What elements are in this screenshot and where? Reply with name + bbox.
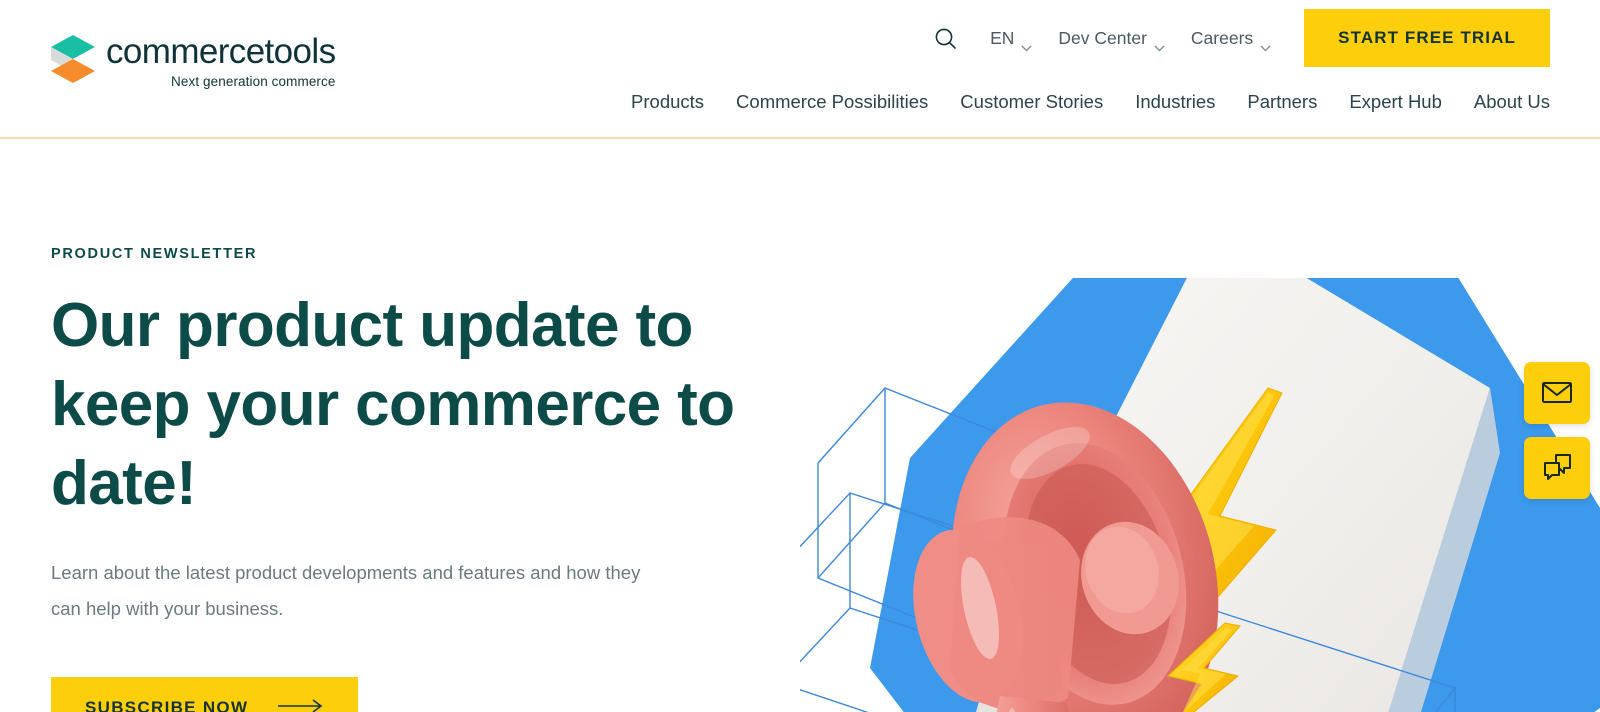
utility-item-language[interactable]: EN	[977, 22, 1045, 55]
utility-label-language: EN	[990, 27, 1015, 48]
nav-item-industries[interactable]: Industries	[1135, 88, 1215, 116]
logo-wordmark: commercetools	[106, 32, 336, 71]
commercetools-cube-logo-icon	[50, 34, 96, 84]
start-free-trial-button[interactable]: START FREE TRIAL	[1304, 9, 1550, 67]
nav-item-expert-hub[interactable]: Expert Hub	[1349, 88, 1442, 116]
nav-item-commerce-possibilities[interactable]: Commerce Possibilities	[736, 88, 928, 116]
utility-item-careers[interactable]: Careers	[1178, 22, 1284, 55]
utility-label-dev-center: Dev Center	[1058, 27, 1147, 48]
contact-mail-button[interactable]	[1524, 362, 1590, 424]
hero-eyebrow: PRODUCT NEWSLETTER	[51, 246, 258, 262]
site-logo[interactable]: commercetools Next generation commerce	[50, 32, 336, 90]
utility-nav: EN Dev Center Careers START FREE TRIAL	[925, 0, 1600, 76]
logo-tagline: Next generation commerce	[171, 74, 336, 89]
chevron-down-icon	[1154, 36, 1165, 52]
hero-illustration	[800, 278, 1600, 712]
search-icon[interactable]	[925, 18, 965, 58]
utility-item-dev-center[interactable]: Dev Center	[1045, 22, 1178, 55]
subscribe-button-label: SUBSCRIBE NOW	[85, 698, 249, 712]
arrow-right-icon	[278, 698, 324, 712]
hero-copy: PRODUCT NEWSLETTER Our product update to…	[51, 246, 771, 712]
subscribe-now-button[interactable]: SUBSCRIBE NOW	[51, 677, 359, 712]
chat-bubbles-icon	[1542, 453, 1572, 484]
chat-support-button[interactable]	[1524, 437, 1590, 499]
nav-item-about-us[interactable]: About Us	[1474, 88, 1550, 116]
floating-side-dock	[1524, 362, 1594, 499]
nav-item-partners[interactable]: Partners	[1247, 88, 1317, 116]
site-header: commercetools Next generation commerce E…	[0, 0, 1600, 139]
hero-section: PRODUCT NEWSLETTER Our product update to…	[0, 139, 1600, 712]
page-title: Our product update to keep your commerce…	[51, 291, 735, 518]
chevron-down-icon	[1260, 36, 1271, 52]
nav-item-customer-stories[interactable]: Customer Stories	[960, 88, 1103, 116]
page-root: commercetools Next generation commerce E…	[0, 0, 1600, 712]
hero-subtitle: Learn about the latest product developme…	[51, 562, 641, 619]
main-nav: Products Commerce Possibilities Customer…	[631, 88, 1550, 116]
nav-item-products[interactable]: Products	[631, 88, 704, 116]
utility-label-careers: Careers	[1190, 27, 1254, 48]
envelope-icon	[1541, 380, 1573, 407]
chevron-down-icon	[1021, 36, 1032, 52]
